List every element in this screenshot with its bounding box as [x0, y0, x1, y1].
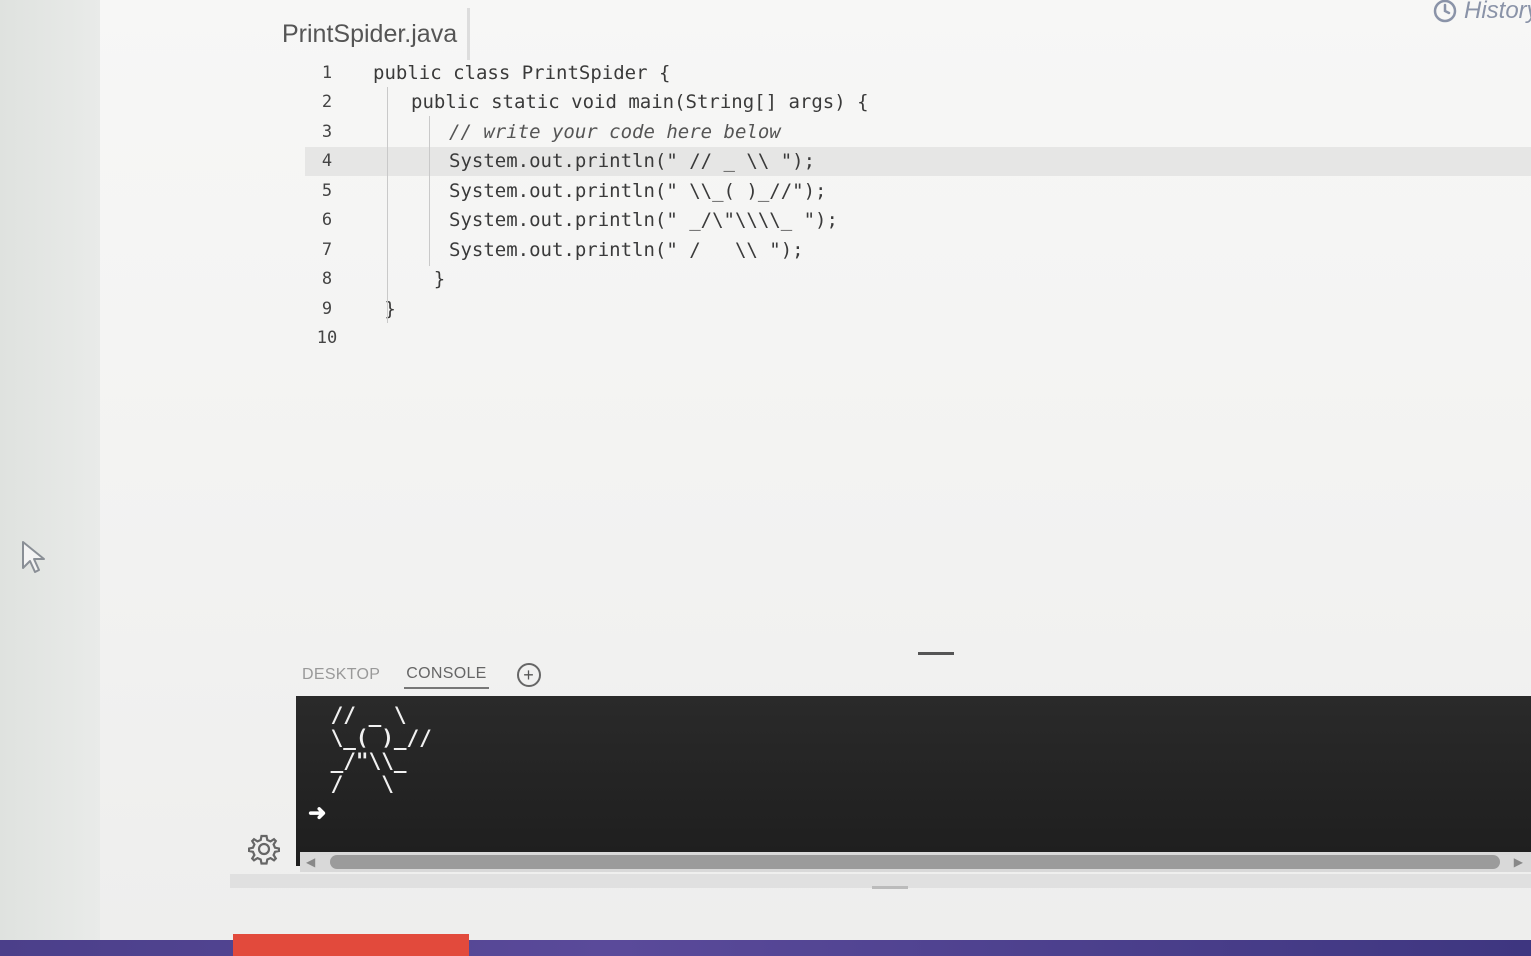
bottom-panel-tabs: DESKTOP CONSOLE +: [300, 658, 541, 692]
code-text: }: [433, 268, 446, 290]
line-number: 1: [321, 62, 333, 83]
code-line[interactable]: 9}: [305, 294, 1531, 323]
code-comment: // write your code here below: [449, 120, 781, 143]
line-number: 7: [321, 239, 333, 260]
line-number: 4: [321, 151, 333, 171]
code-line[interactable]: 5 System.out.println(" \\_( )_//");: [305, 176, 1531, 205]
history-clock-icon: [1433, 0, 1457, 23]
code-line[interactable]: 10: [305, 324, 1531, 353]
line-number: 3: [321, 121, 333, 142]
code-text: public class PrintSpider {: [373, 61, 671, 84]
code-line[interactable]: 8}: [305, 265, 1531, 294]
left-strip: [0, 0, 100, 956]
editor-resize-handle[interactable]: [918, 652, 954, 655]
file-tab-label: PrintSpider.java: [282, 19, 458, 48]
line-number: 8: [321, 269, 333, 289]
code-text: System.out.println(" _/\"\\\\_ ");: [449, 209, 838, 231]
code-editor[interactable]: 1 public class PrintSpider { 2 public stati…: [305, 58, 1531, 358]
line-number: 10: [316, 328, 338, 348]
scroll-left-icon[interactable]: ◀: [306, 855, 315, 869]
scrollbar-thumb[interactable]: [330, 855, 1500, 869]
history-button[interactable]: History: [1432, 0, 1531, 28]
console-resize-handle[interactable]: [872, 886, 908, 889]
indent-guide: [429, 116, 430, 266]
tab-desktop[interactable]: DESKTOP: [300, 662, 382, 688]
gear-icon[interactable]: [248, 833, 280, 865]
line-number: 6: [321, 210, 333, 230]
file-tab[interactable]: PrintSpider.java: [270, 8, 470, 60]
console-output-panel[interactable]: // _ \ \_( )_// _/"\\_ / \ ➜: [296, 696, 1531, 866]
console-prompt: ➜: [308, 800, 327, 825]
console-text: // _ \ \_( )_// _/"\\_ / \: [330, 703, 432, 796]
code-line[interactable]: 1 public class PrintSpider {: [305, 58, 1531, 87]
line-number: 5: [321, 180, 333, 201]
taskbar: [0, 940, 1531, 956]
scroll-right-icon[interactable]: ▶: [1514, 855, 1523, 869]
code-line[interactable]: 3 // write your code here below: [305, 117, 1531, 146]
plus-circle-icon[interactable]: +: [516, 663, 541, 687]
history-label: History: [1464, 0, 1531, 24]
mouse-pointer-icon: [22, 541, 45, 573]
line-number: 2: [321, 92, 333, 112]
indent-guide: [387, 87, 388, 323]
tab-console[interactable]: CONSOLE: [404, 661, 489, 689]
code-text: public static void main(String[] args) {: [411, 91, 869, 113]
code-text: System.out.println(" / \\ ");: [449, 238, 804, 261]
code-line[interactable]: 2 public static void main(String[] args) …: [305, 88, 1531, 117]
code-line[interactable]: 7 System.out.println(" / \\ ");: [305, 235, 1531, 264]
code-line[interactable]: 6 System.out.println(" _/\"\\\\_ ");: [305, 206, 1531, 235]
code-text: System.out.println(" // _ \\ ");: [449, 150, 816, 172]
horizontal-scrollbar[interactable]: ◀ ▶: [300, 852, 1531, 872]
taskbar-active-item[interactable]: [233, 934, 469, 956]
code-text: System.out.println(" \\_( )_//");: [449, 179, 827, 202]
code-line[interactable]: 4 System.out.println(" // _ \\ ");: [305, 146, 1531, 176]
line-number: 9: [321, 298, 333, 319]
